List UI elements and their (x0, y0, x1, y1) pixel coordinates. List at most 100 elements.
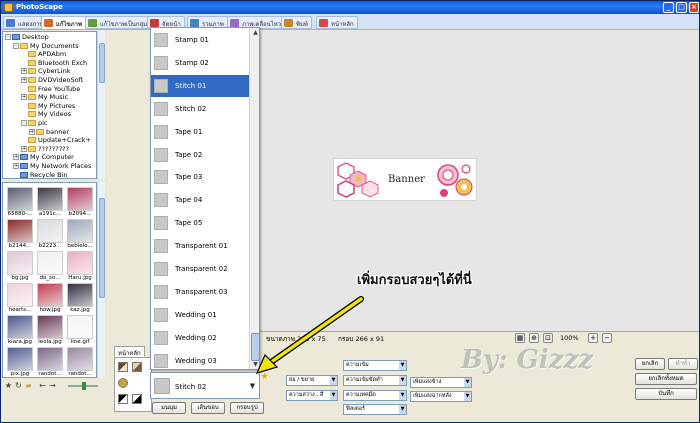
frame-option[interactable]: Tape 04 (151, 189, 249, 211)
tab-7[interactable]: หน้าหลัก (316, 16, 358, 29)
thumbnail-item[interactable]: line.gif (66, 315, 94, 346)
thumbnail-item[interactable]: 65880-... (6, 187, 34, 218)
thumbnail-item[interactable]: a191c... (36, 187, 64, 218)
thumbnail-item[interactable]: randot... (36, 347, 64, 377)
thumbnail-image (37, 315, 63, 339)
frame-option[interactable]: Stitch 02 (151, 98, 249, 120)
expand-icon[interactable]: + (21, 68, 27, 75)
thumbnail-item[interactable]: randot... (66, 347, 94, 377)
scroll-thumb[interactable] (99, 43, 105, 83)
tab-1[interactable]: แก้ไขภาพ (41, 16, 86, 29)
tab-label: พิมพ์ (296, 21, 308, 28)
thumbnail-item[interactable]: b2144... (6, 219, 34, 250)
thumbnail-item[interactable]: kaz.jpg (66, 283, 94, 314)
thumbnail-item[interactable]: kiara.jpg (6, 315, 34, 346)
thumbnail-item[interactable]: do_so... (36, 251, 64, 282)
tree-item-label: banner (46, 127, 70, 136)
frame-option[interactable]: Stamp 02 (151, 52, 249, 74)
frame-option[interactable]: Tape 02 (151, 144, 249, 166)
darkness-combo[interactable]: ความเทคมืด ▼ (343, 390, 407, 401)
fit-icon[interactable]: ▦ (515, 333, 525, 343)
frame-select[interactable]: Stitch 02 ▼ (150, 372, 260, 399)
scroll-thumb[interactable] (99, 198, 105, 298)
actual-size-icon[interactable]: ⊡ (543, 333, 553, 343)
expand-icon[interactable]: + (13, 154, 19, 161)
expand-icon[interactable]: + (13, 163, 19, 169)
thumbnail-item[interactable]: how.jpg (36, 283, 64, 314)
collapse-icon[interactable]: - (13, 42, 19, 49)
frame-option[interactable]: Wedding 02 (151, 327, 249, 349)
collapse-icon[interactable]: - (5, 34, 11, 40)
star-icon[interactable]: ★ (4, 381, 13, 390)
thumbnail-caption: bg.jpg (11, 275, 29, 281)
folder-tree-scrollbar[interactable] (97, 31, 105, 179)
expand-icon[interactable]: + (21, 145, 27, 152)
thumbnail-item[interactable]: bg.jpg (6, 251, 34, 282)
round-corner-button[interactable]: มนมุม (152, 402, 186, 414)
expand-icon[interactable]: + (21, 77, 27, 83)
frame-thumbnail (154, 78, 168, 93)
zoom-out-icon[interactable]: − (602, 333, 612, 343)
maximize-button[interactable]: □ (676, 2, 687, 13)
collapse-icon[interactable]: - (21, 120, 27, 126)
filter-combo[interactable]: ฟิลเตอร์ ▼ (343, 404, 407, 415)
save-button[interactable]: บันทึก (635, 388, 697, 400)
frame-option[interactable]: Stamp 01 (151, 29, 249, 51)
thumbnail-item[interactable]: Haru.jpg (66, 251, 94, 282)
thumbnail-item[interactable]: b2223... (36, 219, 64, 250)
folder-icon[interactable]: ▰ (24, 381, 33, 390)
slider-knob[interactable] (82, 382, 86, 390)
chevron-down-icon[interactable]: ▼ (248, 381, 257, 391)
thumbnail-size-slider[interactable] (68, 382, 98, 390)
color-combo[interactable]: ความสว่าง , สี ▼ (286, 390, 338, 401)
expand-icon[interactable]: + (29, 128, 35, 135)
tool-brown-icon[interactable] (118, 362, 128, 372)
thumbnail-item[interactable]: b2094... (66, 187, 94, 218)
minimize-button[interactable]: _ (663, 2, 674, 13)
frame-dropdown-list[interactable]: Stamp 01 Stamp 02 Stitch 01 Stitch 02 Tape 0… (150, 27, 260, 370)
expand-icon[interactable]: + (21, 94, 27, 101)
tool-invert-icon[interactable] (132, 394, 142, 404)
thumbnail-item[interactable]: leola.jpg (36, 315, 64, 346)
folder-icon (28, 51, 36, 58)
thumbnail-browser: 65880-... a191c... b2094... b2144... b2223..… (2, 182, 97, 378)
add-text-combo[interactable]: เพิ่มแสงข้าง ▼ (410, 377, 472, 388)
forward-arrow-icon[interactable]: → (48, 381, 57, 390)
margin-button[interactable]: เส้นขอบ (191, 402, 225, 414)
tool-gold-icon[interactable] (118, 378, 128, 388)
undo-all-button[interactable]: ยกเลิกทั้งหมด (635, 373, 697, 385)
tab-2[interactable]: แก้ไขภาพเป็นกลุ่ม (85, 16, 152, 29)
refresh-icon[interactable]: ↻ (14, 381, 23, 390)
tree-item[interactable]: Recycle Bin (13, 171, 67, 178)
tool-sepia-icon[interactable] (132, 362, 142, 372)
close-button[interactable]: × (689, 2, 699, 13)
frame-option[interactable]: Tape 05 (151, 212, 249, 234)
frame-button[interactable]: กรอบรูป (230, 402, 264, 414)
frame-option[interactable]: Wedding 01 (151, 304, 249, 326)
tab-6[interactable]: พิมพ์ (281, 16, 312, 29)
tab-home[interactable]: หน้าหลัก (114, 346, 145, 357)
thumbnail-scrollbar[interactable] (97, 182, 105, 378)
zoom-fit-icon[interactable]: ⊕ (529, 333, 539, 343)
thumbnail-item[interactable]: pix.jpg (6, 347, 34, 377)
frame-option[interactable]: Transparent 03 (151, 281, 249, 303)
back-arrow-icon[interactable]: ← (38, 381, 47, 390)
thumbnail-image (7, 315, 33, 339)
frame-option[interactable]: Tape 03 (151, 166, 249, 188)
thumbnail-item[interactable]: beblelo... (66, 219, 94, 250)
frame-option[interactable]: Transparent 01 (151, 235, 249, 257)
tab-icon (319, 19, 328, 27)
add-background-combo[interactable]: เพิ่มแสงฉากหลัง ▼ (410, 391, 472, 402)
scroll-up-icon[interactable]: ▲ (251, 28, 259, 37)
frame-option[interactable]: Tape 01 (151, 121, 249, 143)
frame-option[interactable]: Transparent 02 (151, 258, 249, 280)
zoom-in-icon[interactable]: + (588, 333, 598, 343)
thumbnail-item[interactable]: hearts... (6, 283, 34, 314)
frame-option[interactable]: Stitch 01 (151, 74, 249, 97)
frame-option[interactable]: Wedding 03 (151, 350, 249, 369)
undo-button[interactable]: ยกเลิก (635, 358, 665, 370)
redo-button[interactable]: ทำซ้ำ (668, 358, 698, 370)
tool-bw-icon[interactable] (118, 394, 128, 404)
window-title: PhotoScape (16, 3, 63, 11)
tab-icon (88, 19, 97, 27)
